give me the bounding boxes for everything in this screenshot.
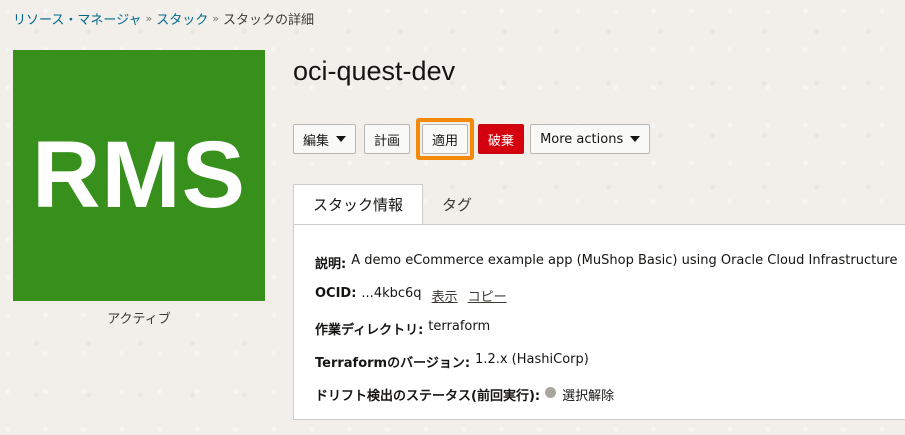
destroy-button[interactable]: 破棄 [478, 124, 525, 154]
breadcrumb-current: スタックの詳細 [222, 13, 314, 28]
edit-button-label: 編集 [303, 133, 330, 149]
apply-button-highlight: 適用 [416, 118, 475, 160]
stack-info-panel: 説明: A demo eCommerce example app (MuShop… [293, 224, 905, 420]
stack-logo-tile: RMS [13, 50, 265, 301]
description-label: 説明: [315, 257, 347, 272]
workdir-row: 作業ディレクトリ: terraform [315, 319, 905, 352]
more-actions-label: More actions [540, 131, 624, 147]
plan-button[interactable]: 計画 [364, 124, 411, 154]
workdir-value: terraform [428, 319, 491, 334]
status-label: アクティブ [107, 312, 171, 327]
breadcrumb-separator: » [145, 12, 153, 25]
status-dot-icon [545, 387, 557, 398]
ocid-row: OCID: ...4kbc6q 表示 コピー [315, 286, 905, 319]
terraform-version-value: 1.2.x (HashiCorp) [475, 352, 589, 367]
description-row: 説明: A demo eCommerce example app (MuShop… [315, 253, 905, 286]
ocid-label: OCID: [315, 286, 357, 301]
ocid-show-link[interactable]: 表示 [432, 286, 458, 305]
tab-tags[interactable]: タグ [423, 184, 491, 224]
breadcrumb-stacks[interactable]: スタック [156, 9, 208, 28]
stack-logo-text: RMS [31, 122, 247, 228]
description-value: A demo eCommerce example app (MuShop Bas… [351, 253, 898, 268]
terraform-version-label: Terraformのバージョン: [315, 356, 471, 371]
page-title: oci-quest-dev [293, 56, 456, 86]
workdir-label: 作業ディレクトリ: [315, 323, 424, 338]
detail-tabs: スタック情報 タグ [293, 184, 491, 224]
apply-button[interactable]: 適用 [422, 124, 469, 154]
tab-stack-info[interactable]: スタック情報 [293, 184, 424, 224]
drift-status-value: 選択解除 [562, 389, 615, 404]
chevron-down-icon [336, 136, 347, 142]
edit-menu-button[interactable]: 編集 [293, 124, 357, 154]
chevron-down-icon [630, 136, 641, 142]
breadcrumb: リソース・マネージャ » スタック » スタックの詳細 [13, 9, 314, 28]
drift-status-row: ドリフト検出のステータス(前回実行): 選択解除 [315, 385, 905, 418]
breadcrumb-separator: » [212, 12, 219, 25]
ocid-value: ...4kbc6q [361, 286, 422, 301]
more-actions-button[interactable]: More actions [530, 124, 651, 154]
action-toolbar: 編集 計画 適用 破棄 More actions [293, 118, 651, 160]
ocid-copy-link[interactable]: コピー [468, 286, 507, 305]
terraform-version-row: Terraformのバージョン: 1.2.x (HashiCorp) [315, 352, 905, 385]
breadcrumb-resource-manager[interactable]: リソース・マネージャ [13, 9, 141, 28]
drift-status-label: ドリフト検出のステータス(前回実行): [315, 389, 541, 404]
